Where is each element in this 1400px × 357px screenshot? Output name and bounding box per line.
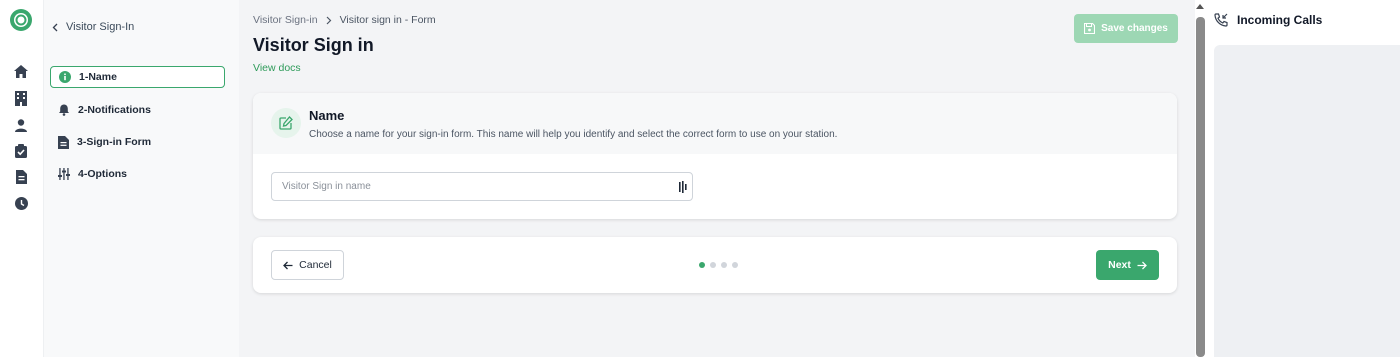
name-card-header: Name Choose a name for your sign-in form… [253, 93, 1177, 154]
save-icon [1084, 23, 1096, 34]
step-label: 4-Options [78, 168, 127, 180]
view-docs-link[interactable]: View docs [253, 62, 301, 74]
save-changes-button[interactable]: Save changes [1074, 14, 1178, 43]
person-icon[interactable] [13, 117, 29, 133]
form-name-input[interactable] [272, 173, 662, 200]
app-rail [0, 0, 44, 357]
step-label: 3-Sign-in Form [77, 136, 152, 148]
incoming-calls-header: Incoming Calls [1214, 13, 1322, 27]
logo-icon[interactable] [9, 8, 33, 32]
name-card: Name Choose a name for your sign-in form… [253, 93, 1177, 219]
cancel-label: Cancel [299, 259, 332, 271]
step-label: 1-Name [79, 71, 117, 83]
incoming-call-icon [1214, 13, 1228, 27]
step-label: 2-Notifications [78, 104, 151, 116]
form-name-field[interactable] [271, 172, 693, 201]
clipboard-check-icon[interactable] [13, 143, 29, 159]
next-button[interactable]: Next [1096, 250, 1159, 280]
step-dot [732, 262, 738, 268]
save-changes-label: Save changes [1101, 23, 1168, 34]
edit-icon [271, 108, 301, 138]
back-link[interactable]: Visitor Sign-In [52, 20, 134, 34]
step-item-name[interactable]: 1-Name [50, 66, 225, 88]
page-title: Visitor Sign in [253, 35, 374, 55]
chevron-right-icon [326, 16, 331, 24]
next-label: Next [1108, 259, 1131, 271]
step-dot [710, 262, 716, 268]
breadcrumb-item-visitor-sign-in[interactable]: Visitor Sign-in [253, 14, 318, 26]
arrow-left-icon [283, 261, 293, 269]
step-item-options[interactable]: 4-Options [50, 163, 225, 185]
document-icon [58, 135, 69, 149]
chevron-left-icon [52, 23, 58, 31]
bell-icon [59, 104, 69, 116]
name-card-description: Choose a name for your sign-in form. Thi… [309, 129, 838, 140]
clock-icon[interactable] [13, 195, 29, 211]
incoming-calls-title: Incoming Calls [1237, 13, 1323, 27]
arrow-right-icon [1137, 261, 1147, 269]
main-content: Visitor Sign-in Visitor sign in - Form V… [239, 0, 1195, 357]
voice-input-icon[interactable] [679, 181, 688, 193]
wizard-footer: Cancel Next [253, 237, 1177, 293]
document-icon[interactable] [13, 169, 29, 185]
name-card-title: Name [309, 108, 345, 123]
step-item-notifications[interactable]: 2-Notifications [50, 99, 225, 121]
sliders-icon [58, 168, 70, 180]
building-icon[interactable] [13, 90, 29, 106]
scroll-up-arrow-icon[interactable] [1196, 4, 1204, 9]
incoming-calls-list [1214, 45, 1400, 357]
home-icon[interactable] [13, 63, 29, 79]
breadcrumb: Visitor Sign-in Visitor sign in - Form [253, 14, 436, 26]
step-dot [721, 262, 727, 268]
scrollbar-thumb[interactable] [1196, 17, 1205, 357]
breadcrumb-item-current: Visitor sign in - Form [339, 14, 436, 26]
back-link-label: Visitor Sign-In [66, 21, 135, 33]
step-dot-current [699, 262, 705, 268]
info-icon [59, 71, 71, 83]
incoming-calls-panel: Incoming Calls [1206, 0, 1400, 357]
step-indicator [699, 262, 738, 268]
cancel-button[interactable]: Cancel [271, 250, 344, 280]
step-item-sign-in-form[interactable]: 3-Sign-in Form [50, 131, 225, 153]
steps-sidebar: Visitor Sign-In 1-Name 2-Notifications 3… [44, 0, 239, 357]
main-scrollbar[interactable] [1195, 0, 1206, 357]
